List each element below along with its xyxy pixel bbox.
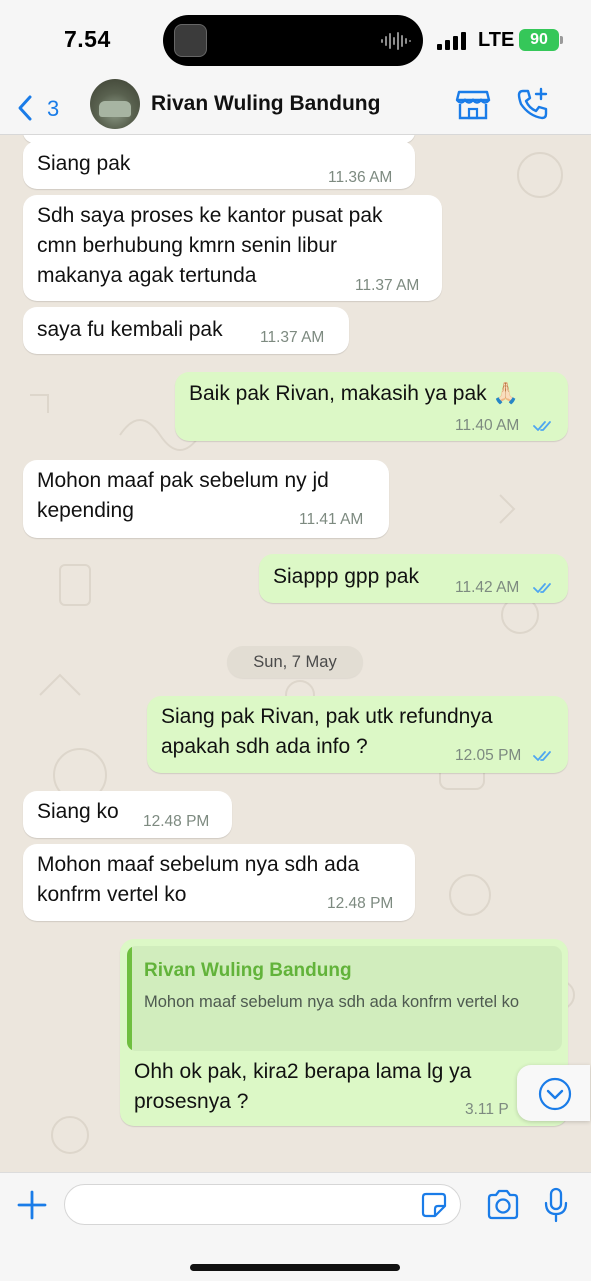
message-bubble-outgoing-reply[interactable]: Rivan Wuling Bandung Mohon maaf sebelum … (120, 939, 568, 1126)
message-text: Siang pak Rivan, pak utk refundnya (161, 705, 493, 728)
message-text: Mohon maaf pak sebelum ny jd (37, 469, 329, 492)
reply-quote-sender: Rivan Wuling Bandung (144, 960, 352, 981)
plus-icon[interactable] (14, 1187, 50, 1223)
storefront-icon[interactable] (455, 86, 491, 122)
message-timestamp: 3.11 P (465, 1101, 509, 1118)
unread-count: 3 (47, 96, 60, 121)
message-text: Sdh saya proses ke kantor pusat pak (37, 204, 383, 227)
double-check-icon (533, 583, 551, 593)
message-bubble-incoming[interactable]: saya fu kembali pak 11.37 AM (23, 307, 349, 354)
message-timestamp: 11.36 AM (328, 169, 393, 186)
sticker-icon[interactable] (421, 1192, 447, 1218)
message-timestamp: 11.37 AM (355, 277, 420, 294)
phone-plus-icon[interactable] (515, 86, 551, 122)
cellular-signal-icon (437, 32, 466, 50)
message-bubble-incoming[interactable]: Mohon maaf sebelum nya sdh ada konfrm ve… (23, 844, 415, 921)
now-playing-thumbnail (174, 24, 207, 57)
message-timestamp: 11.41 AM (299, 511, 364, 528)
message-input[interactable] (64, 1184, 461, 1225)
battery-cap (560, 36, 563, 44)
message-timestamp: 12.48 PM (143, 813, 210, 830)
message-text: Mohon maaf sebelum nya sdh ada (37, 853, 360, 876)
scroll-to-bottom-button[interactable] (517, 1065, 590, 1121)
contact-name[interactable]: Rivan Wuling Bandung (151, 92, 380, 116)
message-text: Siappp gpp pak (273, 565, 419, 588)
dynamic-island (163, 15, 423, 66)
avatar-car-image (99, 101, 131, 117)
message-text: Siang ko (37, 800, 119, 823)
message-bubble-incoming[interactable]: Mohon maaf pak sebelum ny jd kepending 1… (23, 460, 389, 538)
chevron-left-icon (18, 95, 32, 121)
double-check-icon (533, 751, 551, 761)
chat-header: 3 Rivan Wuling Bandung (0, 79, 591, 135)
back-button[interactable]: 3 (16, 88, 70, 124)
status-bar: 7.54 LTE 90 (0, 0, 591, 82)
message-text: makanya agak tertunda (37, 264, 257, 287)
network-type: LTE (478, 29, 515, 51)
home-indicator (190, 1264, 400, 1271)
audio-wave-icon (381, 32, 411, 50)
message-bubble-incoming[interactable]: Siang pak 11.36 AM (23, 141, 415, 189)
message-bubble-incoming[interactable]: Siang ko 12.48 PM (23, 791, 232, 838)
message-text: Siang pak (37, 152, 131, 175)
message-bubble-outgoing[interactable]: Baik pak Rivan, makasih ya pak 🙏🏻 11.40 … (175, 372, 568, 441)
message-timestamp: 12.05 PM (455, 747, 522, 764)
double-check-icon (533, 421, 551, 431)
message-timestamp: 11.42 AM (455, 579, 520, 596)
reply-quote-bar (127, 946, 132, 1051)
message-text: prosesnya ? (134, 1090, 249, 1113)
message-text: kepending (37, 499, 134, 522)
message-text: saya fu kembali pak (37, 318, 223, 341)
message-bubble-incoming[interactable]: Sdh saya proses ke kantor pusat pak cmn … (23, 195, 442, 301)
message-text: Ohh ok pak, kira2 berapa lama lg ya (134, 1060, 472, 1083)
message-timestamp: 11.37 AM (260, 329, 325, 346)
message-composer (0, 1172, 591, 1281)
message-timestamp: 11.40 AM (455, 417, 520, 434)
message-text: Baik pak Rivan, makasih ya pak 🙏🏻 (189, 382, 519, 405)
message-bubble-outgoing[interactable]: Siang pak Rivan, pak utk refundnya apaka… (147, 696, 568, 773)
date-separator: Sun, 7 May (227, 646, 363, 678)
message-text: cmn berhubung kmrn senin libur (37, 234, 337, 257)
reply-quote[interactable]: Rivan Wuling Bandung Mohon maaf sebelum … (127, 946, 562, 1051)
message-bubble-outgoing[interactable]: Siappp gpp pak 11.42 AM (259, 554, 568, 603)
reply-quote-text: Mohon maaf sebelum nya sdh ada konfrm ve… (144, 993, 520, 1011)
camera-icon[interactable] (486, 1189, 520, 1221)
message-text: konfrm vertel ko (37, 883, 187, 906)
message-text: apakah sdh ada info ? (161, 735, 368, 758)
battery-indicator: 90 (519, 29, 559, 51)
contact-avatar[interactable] (90, 79, 140, 129)
microphone-icon[interactable] (543, 1187, 569, 1223)
status-time: 7.54 (64, 26, 111, 52)
message-timestamp: 12.48 PM (327, 895, 394, 912)
chevron-down-icon (538, 1077, 572, 1111)
message-list[interactable]: Siang pak 11.36 AM Sdh saya proses ke ka… (0, 135, 591, 1172)
